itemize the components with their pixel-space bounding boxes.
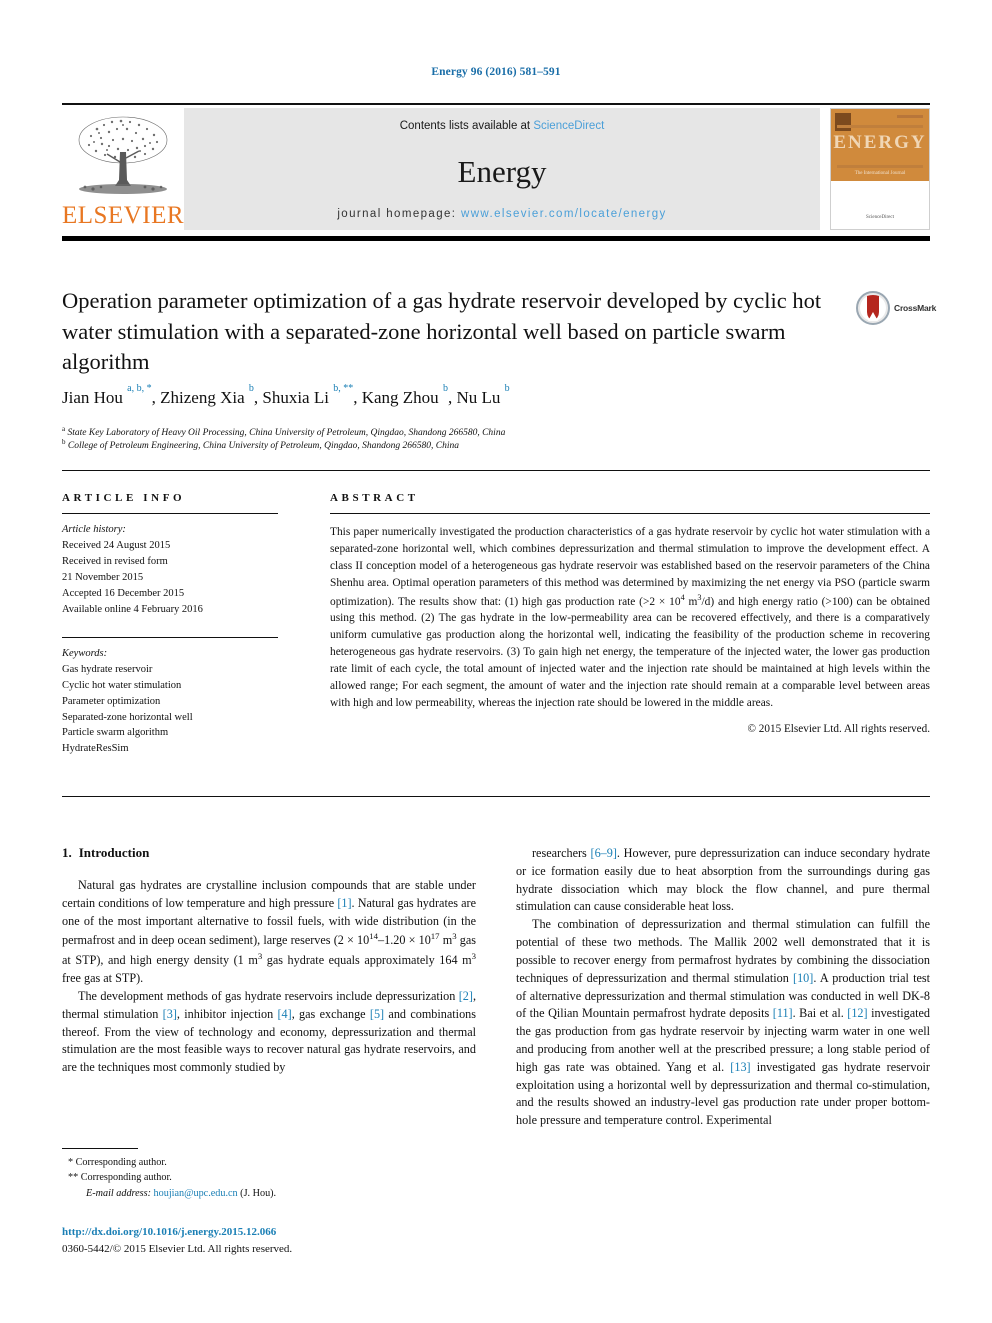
body-paragraph: researchers [6–9]. However, pure depress… <box>516 846 930 914</box>
keyword-item: Particle swarm algorithm <box>62 727 169 739</box>
title-section-rule <box>62 470 930 471</box>
history-item: 21 November 2015 <box>62 571 144 583</box>
elsevier-logo: ELSEVIER <box>62 108 184 230</box>
section-heading-introduction: 1. Introduction <box>62 845 476 861</box>
keyword-item: Separated-zone horizontal well <box>62 711 193 723</box>
cover-divider-upper <box>837 124 923 128</box>
journal-homepage-link[interactable]: www.elsevier.com/locate/energy <box>461 208 667 220</box>
article-info-heading: ARTICLE INFO <box>62 492 186 504</box>
abstract-column: ABSTRACT This paper numerically investig… <box>330 492 930 735</box>
homepage-prefix: journal homepage: <box>337 208 462 220</box>
running-head: Energy 96 (2016) 581–591 <box>431 66 561 78</box>
keyword-item: HydrateResSim <box>62 743 129 755</box>
footnote-rule <box>62 1148 138 1149</box>
body-paragraph: Natural gas hydrates are crystalline inc… <box>62 878 476 986</box>
history-item: Received 24 August 2015 <box>62 539 171 551</box>
cover-top-panel: ENERGY The International Journal <box>831 109 929 181</box>
cover-elsevier-badge <box>835 113 851 131</box>
affiliation-b: b College of Petroleum Engineering, Chin… <box>62 437 882 454</box>
article-history-label: Article history: <box>62 524 126 535</box>
journal-homepage-line: journal homepage: www.elsevier.com/locat… <box>337 208 666 220</box>
article-info-rule <box>62 513 278 514</box>
email-link[interactable]: houjian@upc.edu.cn <box>154 1188 238 1199</box>
keyword-item: Parameter optimization <box>62 695 161 707</box>
keywords-label: Keywords: <box>62 647 108 659</box>
body-paragraph: The combination of depressurization and … <box>516 917 930 1128</box>
affiliation-b-text: College of Petroleum Engineering, China … <box>67 441 460 452</box>
contents-prefix: Contents lists available at <box>399 120 534 132</box>
article-history-block: Article history: Received 24 August 2015… <box>62 522 278 618</box>
elsevier-tree-icon <box>78 116 168 194</box>
body-paragraph: The development methods of gas hydrate r… <box>62 989 476 1075</box>
abstract-section-bottom-rule <box>62 796 930 797</box>
masthead-center: Contents lists available at ScienceDirec… <box>184 108 820 230</box>
sciencedirect-link[interactable]: ScienceDirect <box>533 120 604 132</box>
journal-cover-thumbnail: ENERGY The International Journal Science… <box>830 108 930 230</box>
history-item: Received in revised form <box>62 555 168 567</box>
keyword-item: Gas hydrate reservoir <box>62 663 153 675</box>
footnotes-block: * Corresponding author. ** Corresponding… <box>62 1148 476 1201</box>
journal-masthead: ELSEVIER Contents lists available at Sci… <box>62 108 930 230</box>
cover-divider-lower <box>837 165 923 169</box>
journal-title: Energy <box>457 153 547 189</box>
abstract-heading: ABSTRACT <box>330 492 419 504</box>
author-list: Jian Hou a, b, *, Zhizeng Xia b, Shuxia … <box>62 382 510 407</box>
elsevier-wordmark: ELSEVIER <box>61 202 185 229</box>
masthead-top-rule <box>62 103 930 105</box>
crossmark-icon <box>856 291 890 325</box>
corresponding-author-2: ** Corresponding author. <box>68 1172 172 1184</box>
body-column-left: 1. Introduction Natural gas hydrates are … <box>62 845 476 1077</box>
crossmark-badge[interactable]: CrossMark <box>856 288 940 328</box>
article-info-column: ARTICLE INFO Article history: Received 2… <box>62 492 278 757</box>
history-item: Accepted 16 December 2015 <box>62 587 185 599</box>
cover-footer-text: ScienceDirect <box>865 214 895 220</box>
email-attribution: (J. Hou). <box>240 1187 277 1199</box>
affiliation-b-marker: b <box>62 438 66 446</box>
title-block: Operation parameter optimization of a ga… <box>62 286 852 378</box>
abstract-copyright: © 2015 Elsevier Ltd. All rights reserved… <box>747 723 931 736</box>
paper-title: Operation parameter optimization of a ga… <box>62 288 822 375</box>
crossmark-label: CrossMark <box>894 303 937 313</box>
keywords-list: Keywords: Gas hydrate reservoir Cyclic h… <box>62 646 278 758</box>
cover-subtitle: The International Journal <box>854 170 906 176</box>
corresponding-author-1: * Corresponding author. <box>68 1157 167 1168</box>
footer-doi-block: http://dx.doi.org/10.1016/j.energy.2015.… <box>62 1224 482 1257</box>
email-address-line: E-mail address: houjian@upc.edu.cn (J. H… <box>62 1186 476 1201</box>
cover-top-rule <box>897 115 923 118</box>
abstract-text: This paper numerically investigated the … <box>330 526 930 710</box>
journal-article-page: Energy 96 (2016) 581–591 ELSEVIER Conten… <box>0 0 992 1323</box>
history-item: Available online 4 February 2016 <box>62 603 203 615</box>
doi-link[interactable]: http://dx.doi.org/10.1016/j.energy.2015.… <box>62 1224 482 1241</box>
section-number: 1. <box>62 845 72 860</box>
affiliation-a-marker: a <box>62 425 66 433</box>
email-label: E-mail address: <box>86 1187 151 1199</box>
body-column-right: researchers [6–9]. However, pure depress… <box>516 845 930 1130</box>
keyword-item: Cyclic hot water stimulation <box>62 679 182 691</box>
cover-title: ENERGY <box>833 132 927 154</box>
abstract-rule <box>330 513 930 514</box>
issn-copyright-line: 0360-5442/© 2015 Elsevier Ltd. All right… <box>62 1242 293 1255</box>
section-title-text: Introduction <box>78 845 150 860</box>
contents-available-line: Contents lists available at ScienceDirec… <box>400 120 605 132</box>
keywords-block: Keywords: Gas hydrate reservoir Cyclic h… <box>62 636 278 758</box>
cover-bottom-panel: ScienceDirect <box>831 181 929 229</box>
keywords-rule <box>62 636 278 638</box>
masthead-bottom-rule <box>62 236 930 241</box>
